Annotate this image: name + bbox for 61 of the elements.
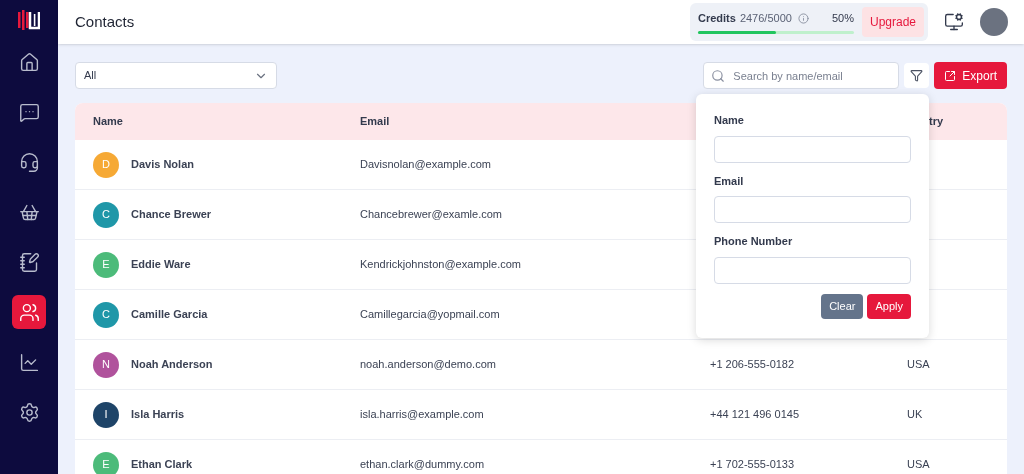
headset-icon	[18, 151, 40, 173]
contact-avatar: E	[93, 451, 119, 474]
chat-icon	[18, 101, 40, 123]
country-cell-text: USA	[906, 457, 931, 473]
input-field[interactable]	[714, 135, 911, 163]
field-label: Name	[714, 113, 745, 128]
contact-avatar: E	[93, 251, 119, 278]
credits-label: Credits	[697, 11, 736, 27]
contact-name: Eddie Ware	[131, 257, 191, 273]
column-header: Email	[360, 114, 391, 130]
email-cell-text: Davisnolan@example.com	[360, 157, 492, 173]
contact-avatar: C	[93, 201, 119, 228]
contact-name: Davis Nolan	[131, 157, 194, 173]
search-icon	[711, 69, 726, 83]
phone-cell-text: +44 121 496 0145	[709, 407, 800, 423]
email-cell-text: Kendrickjohnston@example.com	[360, 257, 522, 273]
field-label: Phone Number	[714, 234, 794, 249]
contact-name: Noah Anderson	[131, 357, 213, 373]
contact-avatar: C	[93, 301, 119, 328]
home-icon	[18, 51, 40, 73]
contact-name: Ethan Clark	[131, 457, 193, 473]
column-header: try	[928, 114, 945, 130]
email-cell-text: noah.anderson@demo.com	[360, 357, 497, 373]
credits-value: 2476/5000	[739, 11, 792, 27]
filter-select[interactable]: All	[75, 62, 277, 89]
upgrade-button[interactable]: Upgrade	[861, 7, 924, 37]
search-field[interactable]: Search by name/email	[703, 62, 900, 89]
contact-avatar: D	[93, 151, 119, 178]
contact-avatar: I	[93, 401, 119, 428]
email-cell-text: isla.harris@example.com	[360, 407, 485, 423]
phone-cell-text: +1 206-555-0182	[709, 357, 796, 373]
apply-button[interactable]: Apply	[867, 293, 911, 319]
sidebar-item[interactable]	[12, 295, 46, 329]
users-icon	[18, 301, 40, 323]
avatar[interactable]	[980, 8, 1008, 36]
credits-percent: 50%	[831, 11, 854, 27]
input-field[interactable]	[714, 256, 911, 284]
country-cell-text: UK	[906, 407, 924, 423]
phone-cell-text: +1 702-555-0133	[709, 457, 796, 473]
country-cell-text: USA	[906, 357, 931, 373]
filter-button[interactable]	[904, 63, 930, 88]
export-icon	[944, 69, 957, 82]
email-cell-text: Chancebrewer@examle.com	[360, 207, 503, 223]
email-cell-text: ethan.clark@dummy.com	[360, 457, 486, 473]
contact-avatar: N	[93, 351, 119, 378]
contact-name: Camille Garcia	[131, 307, 208, 323]
contact-name: Isla Harris	[131, 407, 185, 423]
chart-icon	[18, 351, 40, 373]
export-button[interactable]: Export	[934, 62, 1007, 89]
column-header: Name	[93, 114, 124, 130]
notebook-icon	[18, 251, 40, 273]
input-field[interactable]	[714, 196, 911, 223]
field-label: Email	[714, 173, 745, 189]
clear-button[interactable]: Clear	[821, 293, 864, 319]
info-icon	[797, 13, 809, 24]
logo-icon	[18, 10, 40, 30]
settings-icon	[18, 401, 40, 423]
email-cell-text: Camillegarcia@yopmail.com	[360, 307, 501, 323]
contact-name: Chance Brewer	[131, 207, 212, 223]
page-title: Contacts	[75, 11, 135, 32]
filter-icon	[910, 69, 924, 82]
